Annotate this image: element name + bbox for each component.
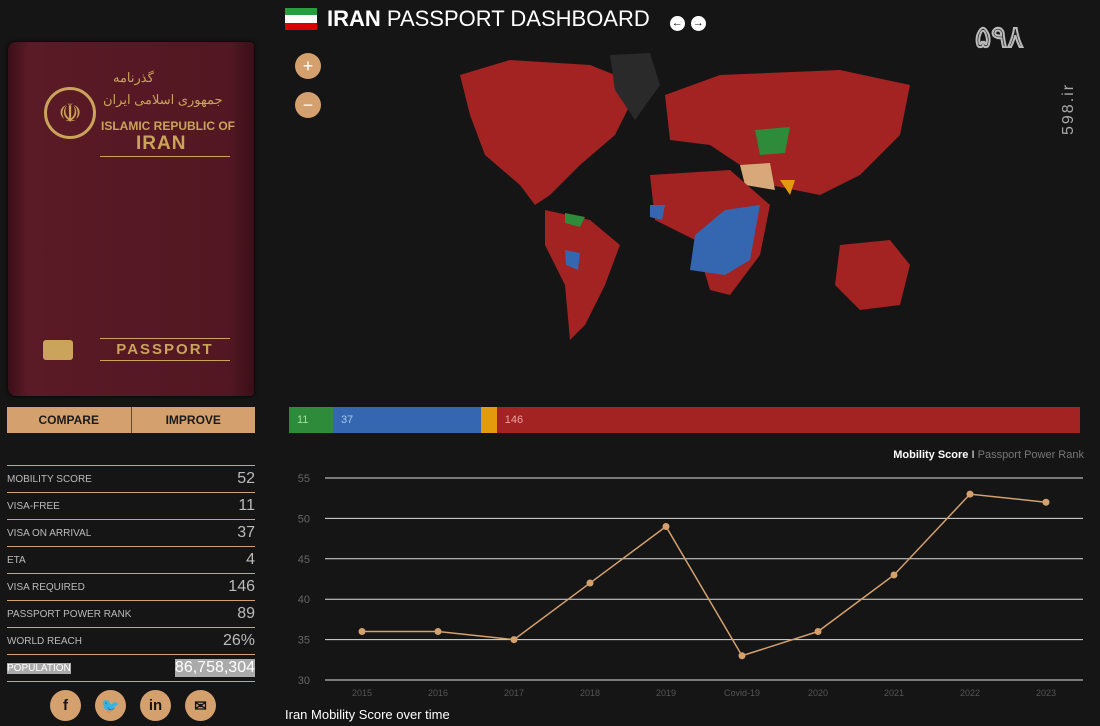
improve-button[interactable]: IMPROVE	[130, 407, 255, 433]
data-point	[358, 628, 366, 636]
passport-image: گذرنامه جمهوری اسلامی ایران ☫ ISLAMIC RE…	[8, 42, 254, 396]
stat-label: VISA REQUIRED	[7, 581, 85, 593]
data-point	[814, 628, 822, 636]
country-visa-free[interactable]	[755, 127, 790, 155]
arrow-right-icon[interactable]: →	[690, 15, 706, 31]
email-icon[interactable]: ✉	[185, 690, 216, 721]
arrow-left-icon[interactable]: ←	[669, 15, 685, 31]
data-point	[890, 571, 898, 579]
zoom-out-button[interactable]: −	[295, 92, 321, 118]
chip-icon	[43, 340, 73, 360]
data-point	[510, 636, 518, 644]
chart-title: Iran Mobility Score over time	[285, 707, 450, 722]
data-point	[966, 490, 974, 498]
passport-persian-country: جمهوری اسلامی ایران	[103, 92, 223, 107]
data-point	[1042, 498, 1050, 506]
x-tick-label: 2021	[884, 688, 904, 698]
twitter-icon[interactable]: 🐦	[95, 690, 126, 721]
stat-label: VISA-FREE	[7, 500, 60, 512]
linkedin-icon[interactable]: in	[140, 690, 171, 721]
x-tick-label: 2018	[580, 688, 600, 698]
passport-label: PASSPORT	[100, 338, 230, 361]
visa-breakdown-bar: 11 37 146	[289, 407, 1080, 433]
data-point	[434, 628, 442, 636]
australia[interactable]	[835, 240, 910, 310]
stat-row: VISA REQUIRED 146	[7, 574, 255, 601]
x-tick-label: 2022	[960, 688, 980, 698]
x-tick-label: 2023	[1036, 688, 1056, 698]
y-tick-label: 55	[298, 473, 310, 485]
x-tick-label: Covid-19	[724, 688, 760, 698]
stat-label: WORLD REACH	[7, 635, 83, 647]
stat-value: 26%	[222, 632, 255, 649]
stat-row: VISA ON ARRIVAL 37	[7, 520, 255, 547]
stat-row: ETA 4	[7, 547, 255, 574]
data-point	[662, 522, 670, 530]
breakdown-segment[interactable]	[480, 407, 497, 433]
y-tick-label: 35	[298, 635, 310, 647]
passport-country-en: ISLAMIC REPUBLIC OF	[101, 119, 235, 133]
south-america[interactable]	[545, 210, 620, 340]
breakdown-segment[interactable]: 37	[332, 407, 481, 433]
y-tick-label: 50	[298, 513, 310, 525]
stat-row: VISA-FREE 11	[7, 493, 255, 520]
zoom-in-button[interactable]: +	[295, 53, 321, 79]
x-tick-label: 2016	[428, 688, 448, 698]
title-country: IRAN	[327, 6, 381, 31]
stat-value: 4	[246, 551, 255, 568]
passport-country-name: IRAN	[136, 133, 187, 154]
stat-value: 146	[228, 578, 255, 595]
stat-row: POPULATION 86,758,304	[7, 655, 255, 682]
stat-value: 11	[238, 497, 255, 514]
stat-value: 86,758,304	[174, 659, 255, 677]
x-tick-label: 2015	[352, 688, 372, 698]
watermark-site: 598.ir	[1060, 82, 1077, 135]
stat-label: ETA	[7, 554, 26, 566]
world-map[interactable]	[440, 45, 960, 345]
data-point	[738, 652, 746, 660]
data-point	[586, 579, 594, 587]
passport-persian-title: گذرنامه	[113, 70, 154, 85]
facebook-icon[interactable]: f	[50, 690, 81, 721]
x-tick-label: 2017	[504, 688, 524, 698]
title-text: PASSPORT DASHBOARD	[386, 6, 650, 31]
stat-row: PASSPORT POWER RANK 89	[7, 601, 255, 628]
x-tick-label: 2019	[656, 688, 676, 698]
stat-label: POPULATION	[7, 662, 71, 674]
x-tick-label: 2020	[808, 688, 828, 698]
mobility-chart: 30 35 40 45 50 55 2015 2016 2017 2018 2019 Covid-19…	[298, 473, 1083, 698]
breakdown-segment[interactable]: 11	[289, 407, 333, 433]
stat-value: 37	[237, 524, 255, 541]
compare-button[interactable]: COMPARE	[7, 407, 131, 433]
y-tick-label: 30	[298, 675, 310, 687]
stat-value: 89	[237, 605, 255, 622]
stat-label: VISA ON ARRIVAL	[7, 527, 92, 539]
stat-label: PASSPORT POWER RANK	[7, 608, 132, 620]
stat-label: MOBILITY SCORE	[7, 473, 92, 485]
emblem-icon: ☫	[44, 87, 96, 139]
breakdown-segment[interactable]: 146	[496, 407, 1080, 433]
stat-row: WORLD REACH 26%	[7, 628, 255, 655]
stat-value: 52	[237, 470, 255, 487]
iran-flag-icon	[285, 8, 317, 30]
page-title: IRAN PASSPORT DASHBOARD ← →	[285, 6, 706, 32]
y-tick-label: 40	[298, 594, 310, 606]
stat-row: MOBILITY SCORE 52	[7, 466, 255, 493]
watermark-logo: ۵۹۸	[974, 21, 1024, 55]
y-tick-label: 45	[298, 554, 310, 566]
north-america[interactable]	[460, 60, 640, 205]
stats-table: MOBILITY SCORE 52 VISA-FREE 11 VISA ON ARRIV…	[7, 465, 255, 682]
